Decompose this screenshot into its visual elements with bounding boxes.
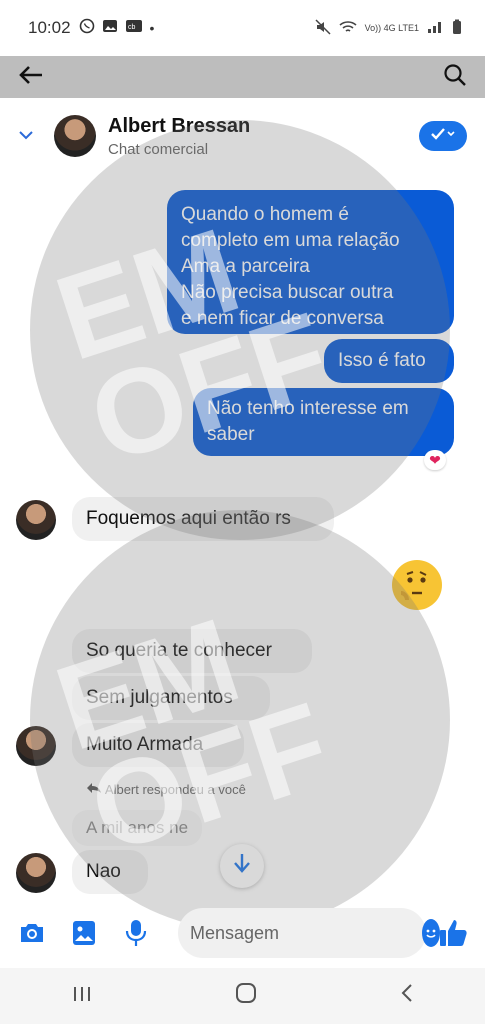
- message-text: Sem julgamentos: [86, 687, 233, 708]
- signal-icon: [427, 20, 443, 36]
- search-icon[interactable]: [443, 63, 467, 92]
- incoming-message[interactable]: So queria te conhecer: [72, 629, 312, 673]
- heart-reaction-icon[interactable]: ❤: [424, 450, 446, 470]
- contact-info[interactable]: Albert Bressan Chat comercial: [108, 115, 250, 158]
- incoming-message[interactable]: Nao: [72, 850, 148, 894]
- gallery-icon[interactable]: [68, 917, 100, 949]
- wifi-icon: [339, 20, 357, 36]
- dot-icon: •: [149, 20, 155, 36]
- message-input-container: [178, 908, 440, 958]
- back-arrow-icon[interactable]: [18, 63, 44, 91]
- status-bar: 10:02 cb • Vo)) 4G LTE1: [0, 0, 485, 56]
- message-line: Quando o homem é: [181, 204, 349, 225]
- status-notification-icons: cb •: [79, 18, 155, 39]
- scroll-to-bottom-button[interactable]: [220, 844, 264, 888]
- message-line: Não precisa buscar outra: [181, 282, 394, 303]
- message-line: saber: [207, 424, 255, 445]
- reply-arrow-icon: [86, 782, 105, 797]
- message-line: Não tenho interesse em: [207, 398, 409, 419]
- message-text: So queria te conhecer: [86, 640, 272, 661]
- home-icon[interactable]: [235, 982, 257, 1010]
- message-composer: [0, 900, 485, 966]
- battery-icon: [451, 19, 463, 37]
- incoming-message[interactable]: Muito Armada: [72, 723, 244, 767]
- incoming-message[interactable]: Foquemos aqui então rs: [72, 497, 334, 541]
- app-icon: cb: [125, 19, 143, 38]
- chat-header: Albert Bressan Chat comercial: [0, 100, 485, 172]
- conversation-topbar: [0, 56, 485, 98]
- network-label: Vo)) 4G LTE1: [364, 23, 419, 33]
- status-system-icons: Vo)) 4G LTE1: [315, 19, 463, 37]
- camera-icon[interactable]: [16, 917, 48, 949]
- sender-avatar[interactable]: [16, 726, 56, 766]
- mark-done-button[interactable]: [419, 121, 467, 151]
- outgoing-message[interactable]: Não tenho interesse em saber: [193, 388, 454, 456]
- status-time: 10:02: [28, 18, 71, 37]
- outgoing-message[interactable]: Quando o homem é completo em uma relação…: [167, 190, 454, 334]
- back-icon[interactable]: [400, 983, 414, 1009]
- checkmark-icon: [430, 127, 456, 146]
- gallery-icon: [102, 19, 118, 38]
- contact-name: Albert Bressan: [108, 114, 251, 137]
- incoming-message[interactable]: Sem julgamentos: [72, 676, 270, 720]
- system-nav-bar: [0, 968, 485, 1024]
- reply-note-text: Albert respondeu a você: [104, 782, 246, 797]
- message-line: e nem ficar de conversa: [181, 308, 384, 329]
- whatsapp-icon: [79, 18, 95, 39]
- arrow-down-icon: [233, 852, 251, 880]
- message-text: Nao: [86, 861, 121, 882]
- sender-avatar[interactable]: [16, 853, 56, 893]
- reply-indicator: Albert respondeu a você: [86, 782, 246, 797]
- recent-apps-icon[interactable]: [72, 983, 92, 1009]
- microphone-icon[interactable]: [120, 917, 152, 949]
- message-line: Ama a parceira: [181, 256, 310, 277]
- svg-text:cb: cb: [128, 24, 136, 31]
- message-text: Muito Armada: [86, 734, 204, 755]
- message-text: Isso é fato: [338, 350, 426, 371]
- thumbs-up-icon[interactable]: [437, 917, 469, 949]
- sender-avatar[interactable]: [16, 500, 56, 540]
- quoted-message[interactable]: A mil anos ne: [72, 810, 203, 846]
- thinking-face-icon[interactable]: [392, 560, 442, 610]
- message-line: completo em uma relação: [181, 230, 400, 251]
- message-input[interactable]: [190, 922, 422, 944]
- chevron-down-icon[interactable]: [18, 127, 48, 145]
- contact-avatar[interactable]: [54, 115, 96, 157]
- message-text: Foquemos aqui então rs: [86, 508, 291, 529]
- outgoing-message[interactable]: Isso é fato: [324, 339, 454, 383]
- mute-icon: [315, 19, 331, 37]
- contact-subtitle: Chat comercial: [108, 140, 209, 158]
